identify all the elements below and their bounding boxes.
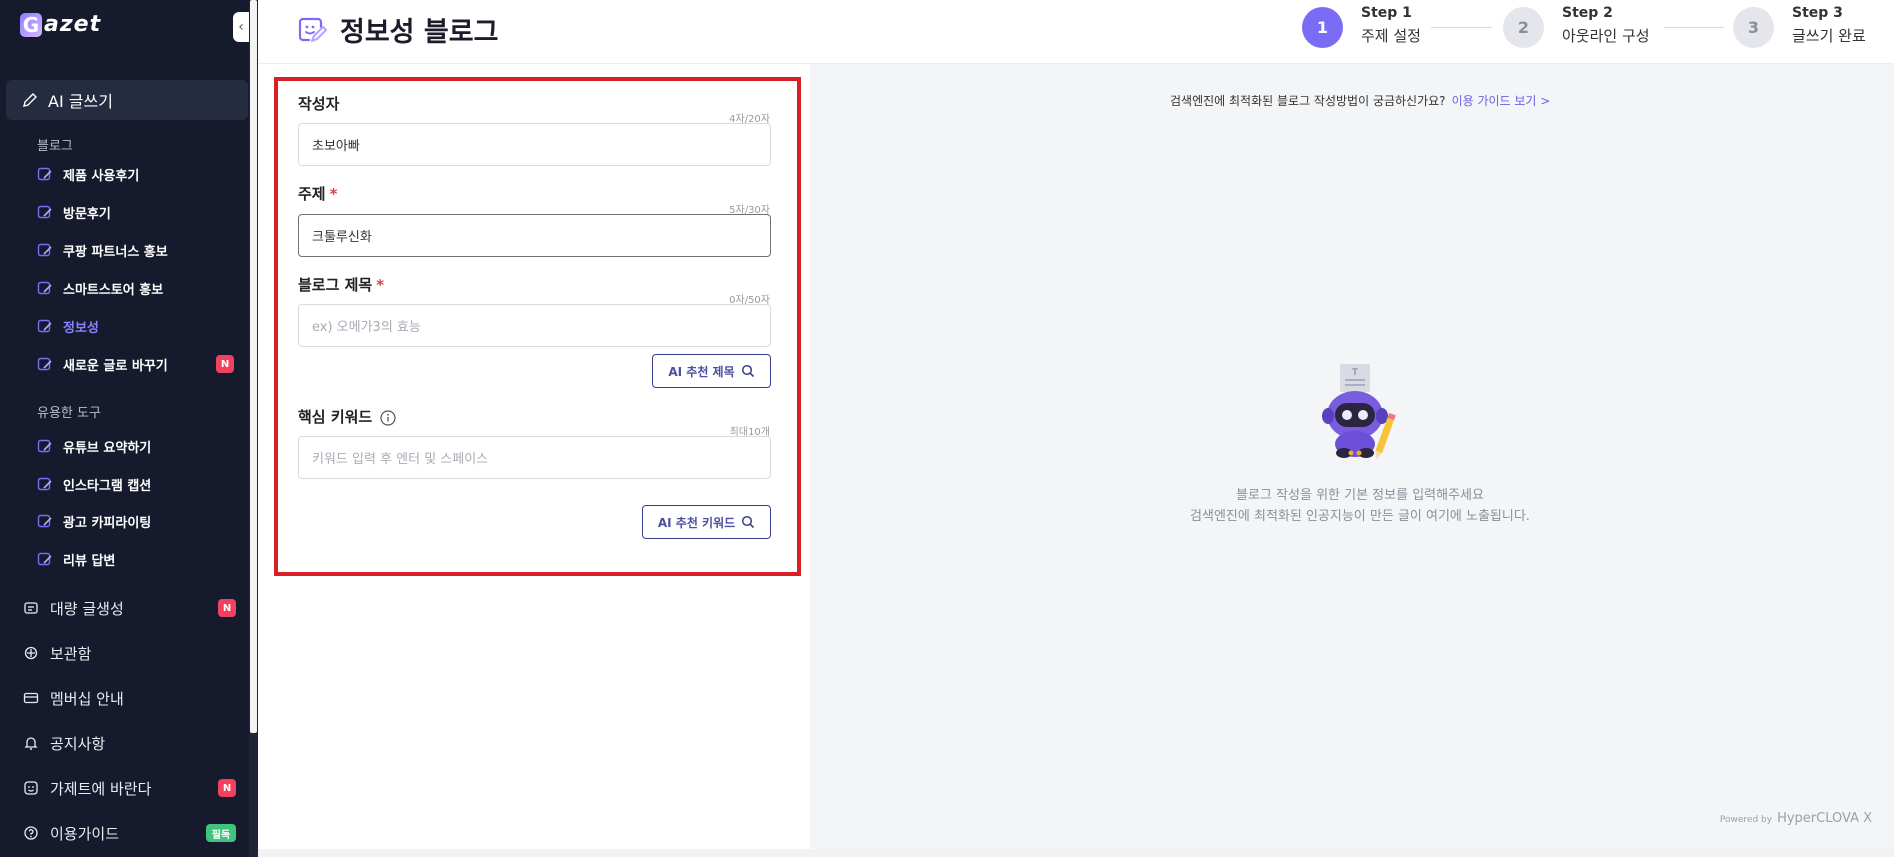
step-3-circle: 3 [1733,7,1774,48]
step-1-label: 주제 설정 [1361,27,1421,45]
sidebar-item-label: 공지사항 [50,734,106,753]
header: 정보성 블로그 1 Step 1 주제 설정 2 Step 2 아웃라인 구성 … [258,0,1894,64]
bulk-icon [22,599,40,617]
tool-item-icon [37,551,53,567]
new-badge: N [218,599,236,617]
guide-link[interactable]: 이용 가이드 보기 > [1452,94,1551,108]
step-2-title: Step 2 [1562,5,1613,21]
sidebar-scrollbar-thumb[interactable] [250,0,257,733]
sidebar-item-label: 이용가이드 [50,824,120,843]
step-connector [1664,27,1724,28]
sidebar-item-visit-review[interactable]: 방문후기 [37,201,237,223]
sidebar-item-label: 멤버십 안내 [50,689,124,708]
sidebar-item-label: 새로운 글로 바꾸기 [63,358,168,374]
sidebar-item-youtube-summary[interactable]: 유튜브 요약하기 [37,435,237,457]
powered-by-brand: HyperCLOVA X [1777,811,1872,826]
step-3-title: Step 3 [1792,5,1843,21]
sidebar-item-ad-copywriting[interactable]: 광고 카피라이팅 [37,510,237,532]
nav-ai-writing[interactable]: AI 글쓰기 [6,80,248,120]
step-2-circle: 2 [1503,7,1544,48]
help-icon [22,824,40,842]
page-title: 정보성 블로그 [340,17,499,48]
blog-item-icon [37,242,53,258]
new-badge: N [216,355,234,373]
tool-item-icon [37,476,53,492]
sidebar-item-feedback[interactable]: 가제트에 바란다 N [22,775,236,801]
sidebar-item-label: 보관함 [50,644,92,663]
sidebar-item-review-reply[interactable]: 리뷰 답변 [37,548,237,570]
sidebar-item-label: 리뷰 답변 [63,553,116,569]
sidebar-item-label: 방문후기 [63,206,111,222]
logo-text: azet [44,12,102,37]
sidebar-item-instagram-caption[interactable]: 인스타그램 캡션 [37,473,237,495]
must-read-badge: 필독 [206,824,236,842]
collapse-sidebar-button[interactable]: ‹ [233,12,249,42]
sidebar-item-label: 가제트에 바란다 [50,779,152,798]
sidebar-item-rewrite[interactable]: 새로운 글로 바꾸기 [37,353,237,375]
card-icon [22,689,40,707]
sidebar-item-bulk-generate[interactable]: 대량 글생성 N [22,595,236,621]
logo-mark: G [20,12,42,37]
tool-item-icon [37,513,53,529]
form-highlight-frame [274,77,801,576]
sidebar-item-notice[interactable]: 공지사항 [22,730,236,756]
powered-by: Powered by HyperCLOVA X [1720,811,1872,826]
step-1-title: Step 1 [1361,5,1412,21]
page-title-area: 정보성 블로그 [298,10,498,49]
preview-empty-line-2: 검색엔진에 최적화된 인공지능이 만든 글이 여기에 노출됩니다. [1190,509,1530,524]
blog-item-icon [37,204,53,220]
preview-empty-message: 블로그 작성을 위한 기본 정보를 입력해주세요 검색엔진에 최적화된 인공지능… [1160,485,1560,527]
sidebar-item-informational[interactable]: 정보성 [37,315,237,337]
sidebar-item-coupang-partners[interactable]: 쿠팡 파트너스 홍보 [37,239,237,261]
sidebar-item-label: 광고 카피라이팅 [63,515,152,531]
blog-item-icon [37,356,53,372]
blog-item-icon [37,280,53,296]
sidebar-item-guide[interactable]: 이용가이드 필독 [22,820,236,846]
robot-illustration: T [1310,362,1410,472]
sidebar: G azet AI 글쓰기 블로그 제품 사용후기 방문후기 쿠팡 파트너스 홍… [0,0,258,857]
svg-text:T: T [1351,368,1358,378]
preview-empty-line-1: 블로그 작성을 위한 기본 정보를 입력해주세요 [1236,488,1484,503]
step-connector [1431,27,1492,28]
step-3-label: 글쓰기 완료 [1792,27,1866,45]
blog-title-icon [298,15,328,45]
sidebar-item-membership[interactable]: 멤버십 안내 [22,685,236,711]
feedback-icon [22,779,40,797]
sidebar-item-archive[interactable]: 보관함 [22,640,236,666]
sidebar-item-smartstore[interactable]: 스마트스토어 홍보 [37,277,237,299]
sidebar-item-label: 쿠팡 파트너스 홍보 [63,244,168,260]
archive-icon [22,644,40,662]
tool-item-icon [37,438,53,454]
bell-icon [22,734,40,752]
step-2-label: 아웃라인 구성 [1562,27,1650,45]
sidebar-item-label: 정보성 [63,320,99,336]
blog-item-icon [37,166,53,182]
sidebar-item-label: 제품 사용후기 [63,168,140,184]
blog-item-icon [37,318,53,334]
sidebar-item-label: 유튜브 요약하기 [63,440,152,456]
sidebar-item-label: 인스타그램 캡션 [63,478,152,494]
guide-prompt: 검색엔진에 최적화된 블로그 작성방법이 궁금하신가요? 이용 가이드 보기 > [1170,92,1550,109]
powered-by-prefix: Powered by [1719,815,1773,825]
bottom-scroll-area [258,849,1894,857]
gazet-logo[interactable]: G azet [20,12,101,37]
new-badge: N [218,779,236,797]
sidebar-scrollbar[interactable] [249,0,258,857]
sidebar-item-product-review[interactable]: 제품 사용후기 [37,163,237,185]
guide-question: 검색엔진에 최적화된 블로그 작성방법이 궁금하신가요? [1170,94,1446,108]
pencil-icon [22,92,38,108]
sidebar-item-label: 스마트스토어 홍보 [63,282,164,298]
sidebar-item-label: 대량 글생성 [50,599,124,618]
section-label-tools: 유용한 도구 [37,406,101,421]
nav-ai-writing-label: AI 글쓰기 [48,92,113,111]
step-1-circle: 1 [1302,7,1343,48]
section-label-blog: 블로그 [37,139,73,154]
